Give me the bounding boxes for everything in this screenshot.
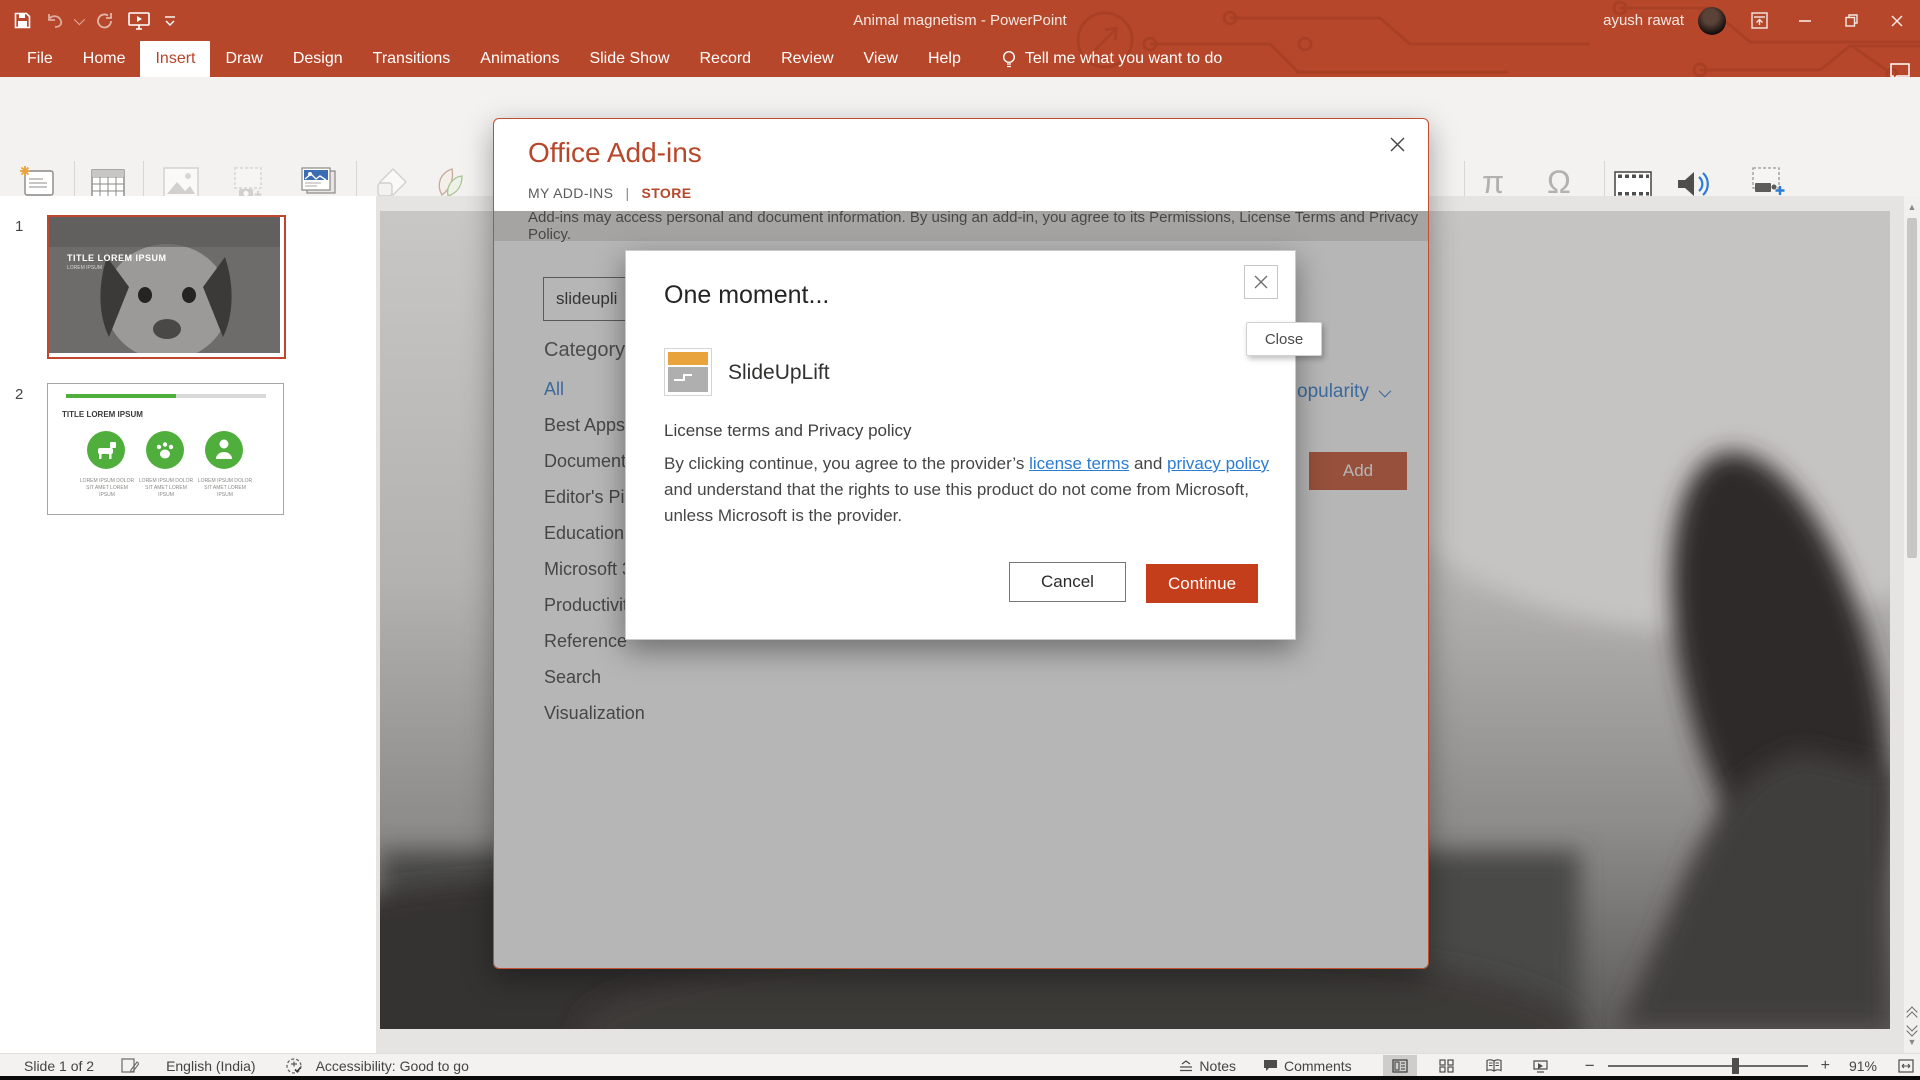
tab-design[interactable]: Design — [278, 41, 358, 77]
slide1-subtitle: LOREM IPSUM — [67, 265, 102, 271]
theme-icon — [121, 1058, 139, 1073]
titlebar-right: ayush rawat — [1603, 0, 1920, 41]
slide-sorter-view-button[interactable] — [1430, 1055, 1464, 1077]
slide2-progress-fill — [66, 394, 176, 398]
license-body-text: By clicking continue, you agree to the p… — [664, 451, 1276, 529]
slide1-number: 1 — [15, 218, 23, 235]
user-name[interactable]: ayush rawat — [1603, 12, 1684, 29]
titlebar: Animal magnetism - PowerPoint ayush rawa… — [0, 0, 1920, 77]
accessibility-icon — [285, 1057, 303, 1075]
start-slideshow-button[interactable] — [128, 12, 150, 30]
normal-view-button[interactable] — [1383, 1055, 1417, 1077]
close-window-button[interactable] — [1874, 0, 1920, 41]
new-slide-icon — [17, 159, 55, 199]
zoom-slider-thumb[interactable] — [1732, 1058, 1739, 1074]
modal-close-button[interactable] — [1244, 265, 1278, 299]
tab-animations[interactable]: Animations — [465, 41, 574, 77]
table-icon — [91, 159, 125, 199]
slide2-thumbnail[interactable]: TITLE LOREM IPSUM LOREM IPSUM DOLOR SIT … — [47, 383, 284, 515]
pictures-icon — [163, 159, 199, 199]
dialog-tabs: MY ADD-INS | STORE — [528, 185, 691, 201]
video-icon — [1614, 159, 1652, 199]
photo-album-icon — [299, 159, 337, 199]
slideshow-view-button[interactable] — [1524, 1055, 1558, 1077]
dialog-title: Office Add-ins — [528, 137, 702, 169]
slide2-caption-1: LOREM IPSUM DOLOR SIT AMET LOREM IPSUM — [78, 478, 136, 499]
tab-view[interactable]: View — [849, 41, 913, 77]
zoom-in-button[interactable]: + — [1821, 1057, 1830, 1075]
lightbulb-icon — [1002, 50, 1016, 68]
addin-name: SlideUpLift — [728, 361, 830, 385]
screen-recording-icon — [1749, 159, 1787, 199]
tab-draw[interactable]: Draw — [210, 41, 277, 77]
tab-slideshow[interactable]: Slide Show — [574, 41, 684, 77]
privacy-policy-link[interactable]: privacy policy — [1167, 454, 1269, 473]
previous-slide-button[interactable] — [1907, 1006, 1917, 1016]
tab-record[interactable]: Record — [685, 41, 767, 77]
zoom-level[interactable]: 91% — [1849, 1058, 1877, 1074]
tab-my-addins[interactable]: MY ADD-INS — [528, 185, 613, 201]
dialog-close-button[interactable] — [1384, 131, 1410, 157]
language-label[interactable]: English (India) — [166, 1058, 256, 1074]
slide1-title: TITLE LOREM IPSUM — [67, 253, 167, 263]
slide2-title: TITLE LOREM IPSUM — [62, 410, 143, 419]
screenshot-icon — [231, 159, 267, 199]
tab-transitions[interactable]: Transitions — [358, 41, 466, 77]
scroll-up-icon[interactable]: ▲ — [1908, 200, 1917, 214]
notes-icon — [1179, 1060, 1193, 1072]
slide2-caption-3: LOREM IPSUM DOLOR SIT AMET LOREM IPSUM — [196, 478, 254, 499]
tell-me-search[interactable]: Tell me what you want to do — [1002, 41, 1222, 77]
slide2-caption-2: LOREM IPSUM DOLOR SIT AMET LOREM IPSUM — [137, 478, 195, 499]
minimize-button[interactable] — [1782, 0, 1828, 41]
customize-qat-icon[interactable] — [164, 15, 176, 27]
avatar[interactable] — [1698, 7, 1726, 35]
tab-file[interactable]: File — [12, 41, 68, 77]
undo-button[interactable] — [45, 13, 65, 29]
reading-view-button[interactable] — [1477, 1055, 1511, 1077]
scrollbar-thumb[interactable] — [1907, 218, 1917, 558]
powerpoint-window: Animal magnetism - PowerPoint ayush rawa… — [0, 0, 1920, 1080]
zoom-slider[interactable] — [1608, 1065, 1808, 1067]
comments-icon — [1263, 1059, 1278, 1072]
audio-icon — [1676, 159, 1712, 199]
vertical-scrollbar[interactable]: ▲ ▼ — [1904, 196, 1920, 1053]
modal-title: One moment... — [664, 281, 829, 310]
tab-home[interactable]: Home — [68, 41, 141, 77]
notes-toggle[interactable]: Notes — [1179, 1058, 1236, 1074]
comments-toggle[interactable]: Comments — [1263, 1058, 1352, 1074]
tab-review[interactable]: Review — [766, 41, 848, 77]
license-terms-link[interactable]: license terms — [1029, 454, 1129, 473]
ribbon-display-options-icon[interactable] — [1736, 0, 1782, 41]
tab-help[interactable]: Help — [913, 41, 976, 77]
cancel-button[interactable]: Cancel — [1009, 562, 1126, 602]
slide-thumbnail-panel: 1 TITLE LOREM IPSUM LOREM IPSUM 2 TITLE … — [0, 196, 376, 1053]
tab-insert[interactable]: Insert — [140, 41, 210, 77]
slide2-progress-track — [66, 394, 266, 398]
shapes-icon — [376, 159, 410, 199]
scroll-down-icon[interactable]: ▼ — [1908, 1035, 1917, 1049]
redo-button[interactable] — [96, 12, 114, 30]
icons-leaf-icon — [432, 159, 466, 199]
restore-button[interactable] — [1828, 0, 1874, 41]
zoom-out-button[interactable]: − — [1585, 1056, 1595, 1076]
fit-to-window-icon[interactable] — [1898, 1059, 1914, 1073]
slide-counter[interactable]: Slide 1 of 2 — [24, 1058, 94, 1074]
bottom-edge — [0, 1076, 1920, 1080]
status-bar: Slide 1 of 2 English (India) Accessibili… — [0, 1053, 1920, 1077]
license-privacy-heading: License terms and Privacy policy — [664, 421, 912, 441]
ribbon-tabs: File Home Insert Draw Design Transitions… — [0, 41, 1920, 77]
continue-button[interactable]: Continue — [1146, 564, 1258, 603]
close-tooltip: Close — [1246, 322, 1322, 356]
slide1-thumbnail[interactable]: TITLE LOREM IPSUM LOREM IPSUM — [47, 215, 286, 359]
undo-dropdown-icon[interactable] — [71, 17, 82, 25]
slideuplift-logo — [664, 348, 712, 396]
equation-pi-icon: π — [1482, 159, 1504, 199]
one-moment-modal: One moment... SlideUpLift License terms … — [625, 250, 1296, 640]
slide2-number: 2 — [15, 386, 23, 403]
symbol-omega-icon: Ω — [1547, 159, 1571, 199]
save-button[interactable] — [14, 12, 31, 29]
accessibility-label[interactable]: Accessibility: Good to go — [316, 1058, 469, 1074]
tab-store[interactable]: STORE — [641, 185, 691, 201]
next-slide-button[interactable] — [1907, 1022, 1917, 1032]
